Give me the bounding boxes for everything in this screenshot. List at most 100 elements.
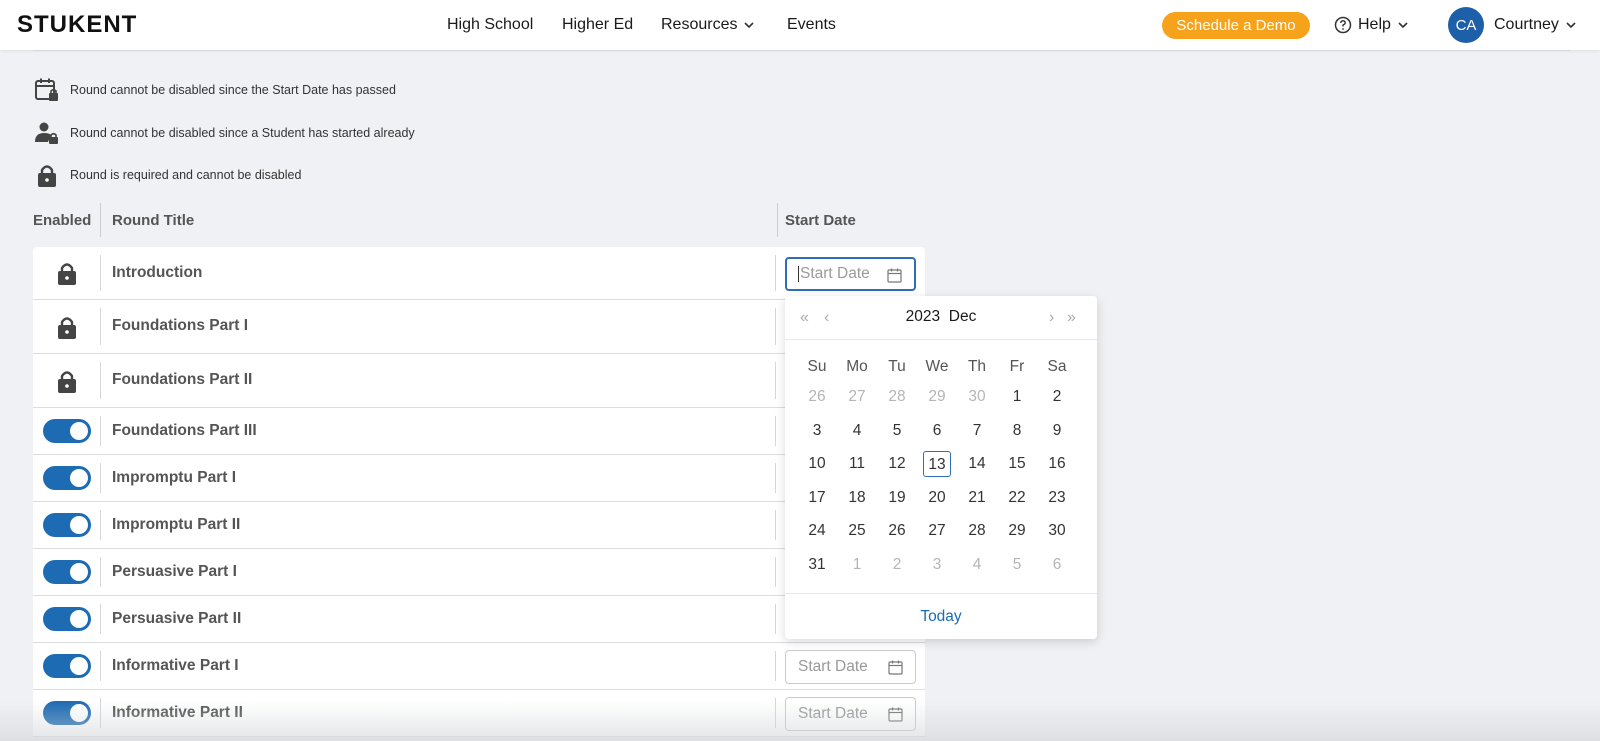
enabled-toggle[interactable] bbox=[42, 607, 91, 631]
calendar-icon bbox=[888, 660, 903, 675]
calendar-day[interactable]: 11 bbox=[837, 451, 877, 477]
column-divider bbox=[100, 255, 101, 291]
calendar-day[interactable]: 22 bbox=[997, 485, 1037, 511]
calendar-day[interactable]: 17 bbox=[797, 485, 837, 511]
column-divider bbox=[100, 308, 101, 345]
user-name: Courtney bbox=[1494, 16, 1559, 33]
start-date-input[interactable]: Start Date bbox=[785, 650, 916, 684]
calendar-day[interactable]: 5 bbox=[877, 418, 917, 444]
enabled-toggle-cell bbox=[33, 408, 100, 454]
column-divider bbox=[775, 510, 776, 540]
schedule-demo-button[interactable]: Schedule a Demo bbox=[1162, 12, 1310, 39]
weekday-label: Tu bbox=[888, 358, 906, 375]
next-month-icon[interactable]: › bbox=[1049, 309, 1054, 327]
calendar-icon bbox=[887, 268, 902, 283]
calendar-day[interactable]: 6 bbox=[917, 418, 957, 444]
column-divider bbox=[100, 203, 101, 237]
calendar-day[interactable]: 12 bbox=[877, 451, 917, 477]
calendar-day[interactable]: 18 bbox=[837, 485, 877, 511]
column-divider bbox=[100, 557, 101, 587]
calendar-day[interactable]: 10 bbox=[797, 451, 837, 477]
enabled-toggle-cell bbox=[33, 549, 100, 595]
enabled-toggle[interactable] bbox=[42, 419, 91, 443]
round-title: Foundations Part III bbox=[112, 422, 257, 439]
legend-item-required: Round is required and cannot be disabled bbox=[34, 162, 301, 188]
enabled-toggle[interactable] bbox=[42, 654, 91, 678]
legend-item-student-started: Round cannot be disabled since a Student… bbox=[34, 120, 415, 146]
start-date-input[interactable]: Start Date bbox=[785, 257, 916, 291]
calendar-day[interactable]: 13 bbox=[923, 451, 951, 477]
nav-label: Resources bbox=[661, 16, 738, 33]
round-title: Impromptu Part I bbox=[112, 469, 237, 486]
divider bbox=[33, 50, 1570, 51]
user-avatar[interactable]: CA bbox=[1448, 7, 1484, 43]
nav-events[interactable]: Events bbox=[787, 16, 836, 34]
calendar-day[interactable]: 5 bbox=[997, 552, 1037, 578]
help-menu[interactable]: Help bbox=[1334, 16, 1409, 34]
stukent-logo[interactable]: STUKENT bbox=[17, 10, 142, 38]
calendar-day[interactable]: 27 bbox=[837, 384, 877, 410]
column-divider bbox=[100, 362, 101, 399]
calendar-day[interactable]: 29 bbox=[917, 384, 957, 410]
svg-text:STUKENT: STUKENT bbox=[17, 11, 137, 38]
calendar-day[interactable]: 9 bbox=[1037, 418, 1077, 444]
chevron-down-icon bbox=[1566, 22, 1576, 29]
enabled-toggle-cell bbox=[33, 502, 100, 548]
bottom-fade bbox=[0, 701, 1600, 741]
calendar-day[interactable]: 19 bbox=[877, 485, 917, 511]
column-divider bbox=[775, 362, 776, 399]
calendar-day[interactable]: 27 bbox=[917, 518, 957, 544]
calendar-day[interactable]: 30 bbox=[1037, 518, 1077, 544]
nav-high-school[interactable]: High School bbox=[447, 16, 533, 34]
month-selector[interactable]: Dec bbox=[949, 308, 977, 325]
next-year-icon[interactable]: » bbox=[1067, 309, 1076, 327]
round-title: Informative Part I bbox=[112, 657, 239, 674]
column-header-start-date: Start Date bbox=[785, 212, 856, 229]
calendar-day[interactable]: 26 bbox=[797, 384, 837, 410]
enabled-toggle[interactable] bbox=[42, 513, 91, 537]
calendar-day[interactable]: 28 bbox=[877, 384, 917, 410]
column-divider bbox=[100, 651, 101, 681]
calendar-day[interactable]: 4 bbox=[957, 552, 997, 578]
calendar-day[interactable]: 8 bbox=[997, 418, 1037, 444]
column-divider bbox=[100, 604, 101, 634]
nav-label: Events bbox=[787, 16, 836, 33]
calendar-day[interactable]: 2 bbox=[877, 552, 917, 578]
calendar-day[interactable]: 16 bbox=[1037, 451, 1077, 477]
enabled-toggle[interactable] bbox=[42, 466, 91, 490]
today-button[interactable]: Today bbox=[785, 608, 1097, 626]
calendar-day[interactable]: 30 bbox=[957, 384, 997, 410]
calendar-day[interactable]: 24 bbox=[797, 518, 837, 544]
calendar-day[interactable]: 1 bbox=[997, 384, 1037, 410]
calendar-day[interactable]: 29 bbox=[997, 518, 1037, 544]
calendar-day[interactable]: 25 bbox=[837, 518, 877, 544]
nav-higher-ed[interactable]: Higher Ed bbox=[562, 16, 633, 34]
date-picker-header: « ‹ 2023 Dec › » bbox=[785, 296, 1097, 340]
year-selector[interactable]: 2023 bbox=[906, 308, 940, 325]
calendar-day[interactable]: 31 bbox=[797, 552, 837, 578]
weekday-label: Th bbox=[967, 358, 987, 375]
nav-label: Higher Ed bbox=[562, 16, 634, 33]
round-title: Impromptu Part II bbox=[112, 516, 241, 533]
calendar-day[interactable]: 21 bbox=[957, 485, 997, 511]
calendar-day[interactable]: 2 bbox=[1037, 384, 1077, 410]
column-divider bbox=[775, 463, 776, 493]
column-divider bbox=[100, 463, 101, 493]
calendar-day[interactable]: 26 bbox=[877, 518, 917, 544]
nav-resources[interactable]: Resources bbox=[661, 16, 755, 34]
calendar-day[interactable]: 3 bbox=[797, 418, 837, 444]
calendar-day[interactable]: 15 bbox=[997, 451, 1037, 477]
enabled-toggle[interactable] bbox=[42, 560, 91, 584]
calendar-day[interactable]: 4 bbox=[837, 418, 877, 444]
user-menu[interactable]: Courtney bbox=[1494, 16, 1577, 34]
help-circle-icon bbox=[1334, 16, 1352, 34]
calendar-day[interactable]: 28 bbox=[957, 518, 997, 544]
calendar-day[interactable]: 1 bbox=[837, 552, 877, 578]
calendar-day[interactable]: 20 bbox=[917, 485, 957, 511]
calendar-day[interactable]: 14 bbox=[957, 451, 997, 477]
calendar-day[interactable]: 23 bbox=[1037, 485, 1077, 511]
calendar-day[interactable]: 3 bbox=[917, 552, 957, 578]
enabled-toggle-cell bbox=[33, 596, 100, 642]
calendar-day[interactable]: 6 bbox=[1037, 552, 1077, 578]
calendar-day[interactable]: 7 bbox=[957, 418, 997, 444]
